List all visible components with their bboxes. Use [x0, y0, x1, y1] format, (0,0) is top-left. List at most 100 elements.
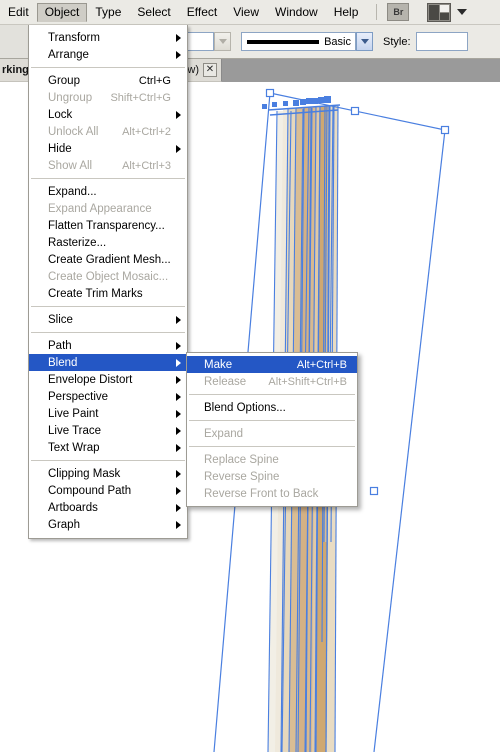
object-menu-dropdown[interactable]: Transform Arrange Group Ctrl+G Ungroup S…: [28, 25, 188, 539]
menu-item-label: Create Object Mosaic...: [48, 270, 169, 283]
submenu-item-expand: Expand: [187, 425, 357, 442]
menu-item-label: Expand: [204, 427, 244, 440]
menu-item-flatten-transparency[interactable]: Flatten Transparency...: [29, 217, 187, 234]
submenu-item-blend-options[interactable]: Blend Options...: [187, 399, 357, 416]
menu-item-label: Transform: [48, 31, 100, 44]
menu-item-live-paint[interactable]: Live Paint: [29, 405, 187, 422]
chevron-down-icon[interactable]: [457, 9, 468, 15]
menu-bar-separator: [376, 4, 378, 20]
blend-submenu[interactable]: Make Alt+Ctrl+B Release Alt+Shift+Ctrl+B…: [186, 352, 358, 507]
menu-view[interactable]: View: [225, 3, 267, 22]
menu-item-shortcut: Ctrl+G: [138, 74, 171, 87]
menu-item-label: Live Paint: [48, 407, 99, 420]
chevron-right-icon: [176, 503, 181, 512]
menu-effect[interactable]: Effect: [179, 3, 225, 22]
stroke-profile-dropdown[interactable]: Basic: [241, 32, 373, 51]
menu-item-expand[interactable]: Expand...: [29, 183, 187, 200]
menu-item-slice[interactable]: Slice: [29, 311, 187, 328]
stroke-profile-field[interactable]: Basic: [241, 32, 356, 51]
menu-item-label: Lock: [48, 108, 73, 121]
style-label: Style:: [383, 35, 411, 48]
menu-window[interactable]: Window: [267, 3, 326, 22]
menu-item-label: Expand Appearance: [48, 202, 152, 215]
menu-item-group[interactable]: Group Ctrl+G: [29, 72, 187, 89]
bridge-icon[interactable]: Br: [387, 3, 410, 21]
chevron-right-icon: [176, 469, 181, 478]
menu-item-blend[interactable]: Blend: [29, 354, 187, 371]
menu-item-text-wrap[interactable]: Text Wrap: [29, 439, 187, 456]
menu-item-shortcut: Alt+Shift+Ctrl+B: [268, 375, 347, 388]
chevron-right-icon: [176, 443, 181, 452]
menu-item-label: Expand...: [48, 185, 97, 198]
menu-separator: [189, 420, 355, 421]
menu-separator: [189, 394, 355, 395]
menu-item-arrange[interactable]: Arrange: [29, 46, 187, 63]
menu-item-graph[interactable]: Graph: [29, 516, 187, 533]
style-swatch-field[interactable]: [415, 32, 468, 51]
menu-item-expand-appearance: Expand Appearance: [29, 200, 187, 217]
chevron-right-icon: [176, 392, 181, 401]
menu-item-live-trace[interactable]: Live Trace: [29, 422, 187, 439]
menu-type[interactable]: Type: [87, 3, 129, 22]
chevron-right-icon: [176, 486, 181, 495]
menu-item-path[interactable]: Path: [29, 337, 187, 354]
arrange-documents-icon[interactable]: [427, 2, 452, 22]
menu-separator: [31, 332, 185, 333]
menu-item-label: Reverse Front to Back: [204, 487, 319, 500]
menu-item-create-gradient-mesh[interactable]: Create Gradient Mesh...: [29, 251, 187, 268]
menu-select[interactable]: Select: [129, 3, 178, 22]
close-icon[interactable]: ✕: [203, 63, 217, 77]
menu-item-label: Ungroup: [48, 91, 93, 104]
chevron-right-icon: [176, 520, 181, 529]
chevron-right-icon: [176, 341, 181, 350]
menu-item-label: Create Trim Marks: [48, 287, 143, 300]
menu-item-compound-path[interactable]: Compound Path: [29, 482, 187, 499]
menu-item-lock[interactable]: Lock: [29, 106, 187, 123]
arrange-icon-pane-top: [440, 4, 450, 12]
menu-item-ungroup: Ungroup Shift+Ctrl+G: [29, 89, 187, 106]
brush-definition-dropdown-button[interactable]: [214, 32, 231, 51]
submenu-item-make[interactable]: Make Alt+Ctrl+B: [187, 356, 357, 373]
menu-item-label: Blend: [48, 356, 78, 369]
menu-item-clipping-mask[interactable]: Clipping Mask: [29, 465, 187, 482]
menu-item-create-trim-marks[interactable]: Create Trim Marks: [29, 285, 187, 302]
submenu-item-replace-spine: Replace Spine: [187, 451, 357, 468]
stroke-preview-line: [247, 39, 320, 44]
menu-item-label: Hide: [48, 142, 72, 155]
menu-bar: Edit Object Type Select Effect View Wind…: [0, 0, 500, 25]
menu-item-label: Replace Spine: [204, 453, 279, 466]
chevron-down-icon: [360, 39, 369, 44]
menu-item-shortcut: Alt+Ctrl+B: [296, 358, 347, 371]
menu-item-label: Arrange: [48, 48, 89, 61]
menu-item-label: Artboards: [48, 501, 98, 514]
stroke-profile-dropdown-button[interactable]: [356, 32, 373, 51]
menu-item-shortcut: Alt+Ctrl+3: [122, 159, 171, 172]
submenu-item-reverse-spine: Reverse Spine: [187, 468, 357, 485]
menu-object[interactable]: Object: [36, 3, 88, 22]
menu-help[interactable]: Help: [326, 3, 367, 22]
menu-item-perspective[interactable]: Perspective: [29, 388, 187, 405]
menu-edit[interactable]: Edit: [0, 3, 37, 22]
menu-item-artboards[interactable]: Artboards: [29, 499, 187, 516]
chevron-right-icon: [176, 110, 181, 119]
menu-item-shortcut: Alt+Ctrl+2: [122, 125, 171, 138]
menu-item-label: Text Wrap: [48, 441, 100, 454]
menu-item-label: Flatten Transparency...: [48, 219, 165, 232]
chevron-right-icon: [176, 33, 181, 42]
menu-separator: [31, 67, 185, 68]
menu-item-label: Unlock All: [48, 125, 99, 138]
chevron-right-icon: [176, 375, 181, 384]
menu-item-label: Compound Path: [48, 484, 132, 497]
menu-item-label: Envelope Distort: [48, 373, 133, 386]
submenu-item-release: Release Alt+Shift+Ctrl+B: [187, 373, 357, 390]
menu-item-hide[interactable]: Hide: [29, 140, 187, 157]
menu-item-label: Create Gradient Mesh...: [48, 253, 171, 266]
chevron-right-icon: [176, 409, 181, 418]
menu-separator: [31, 460, 185, 461]
menu-item-envelope-distort[interactable]: Envelope Distort: [29, 371, 187, 388]
menu-item-rasterize[interactable]: Rasterize...: [29, 234, 187, 251]
menu-item-label: Make: [204, 358, 233, 371]
menu-item-label: Graph: [48, 518, 80, 531]
menu-item-label: Rasterize...: [48, 236, 107, 249]
menu-item-transform[interactable]: Transform: [29, 29, 187, 46]
